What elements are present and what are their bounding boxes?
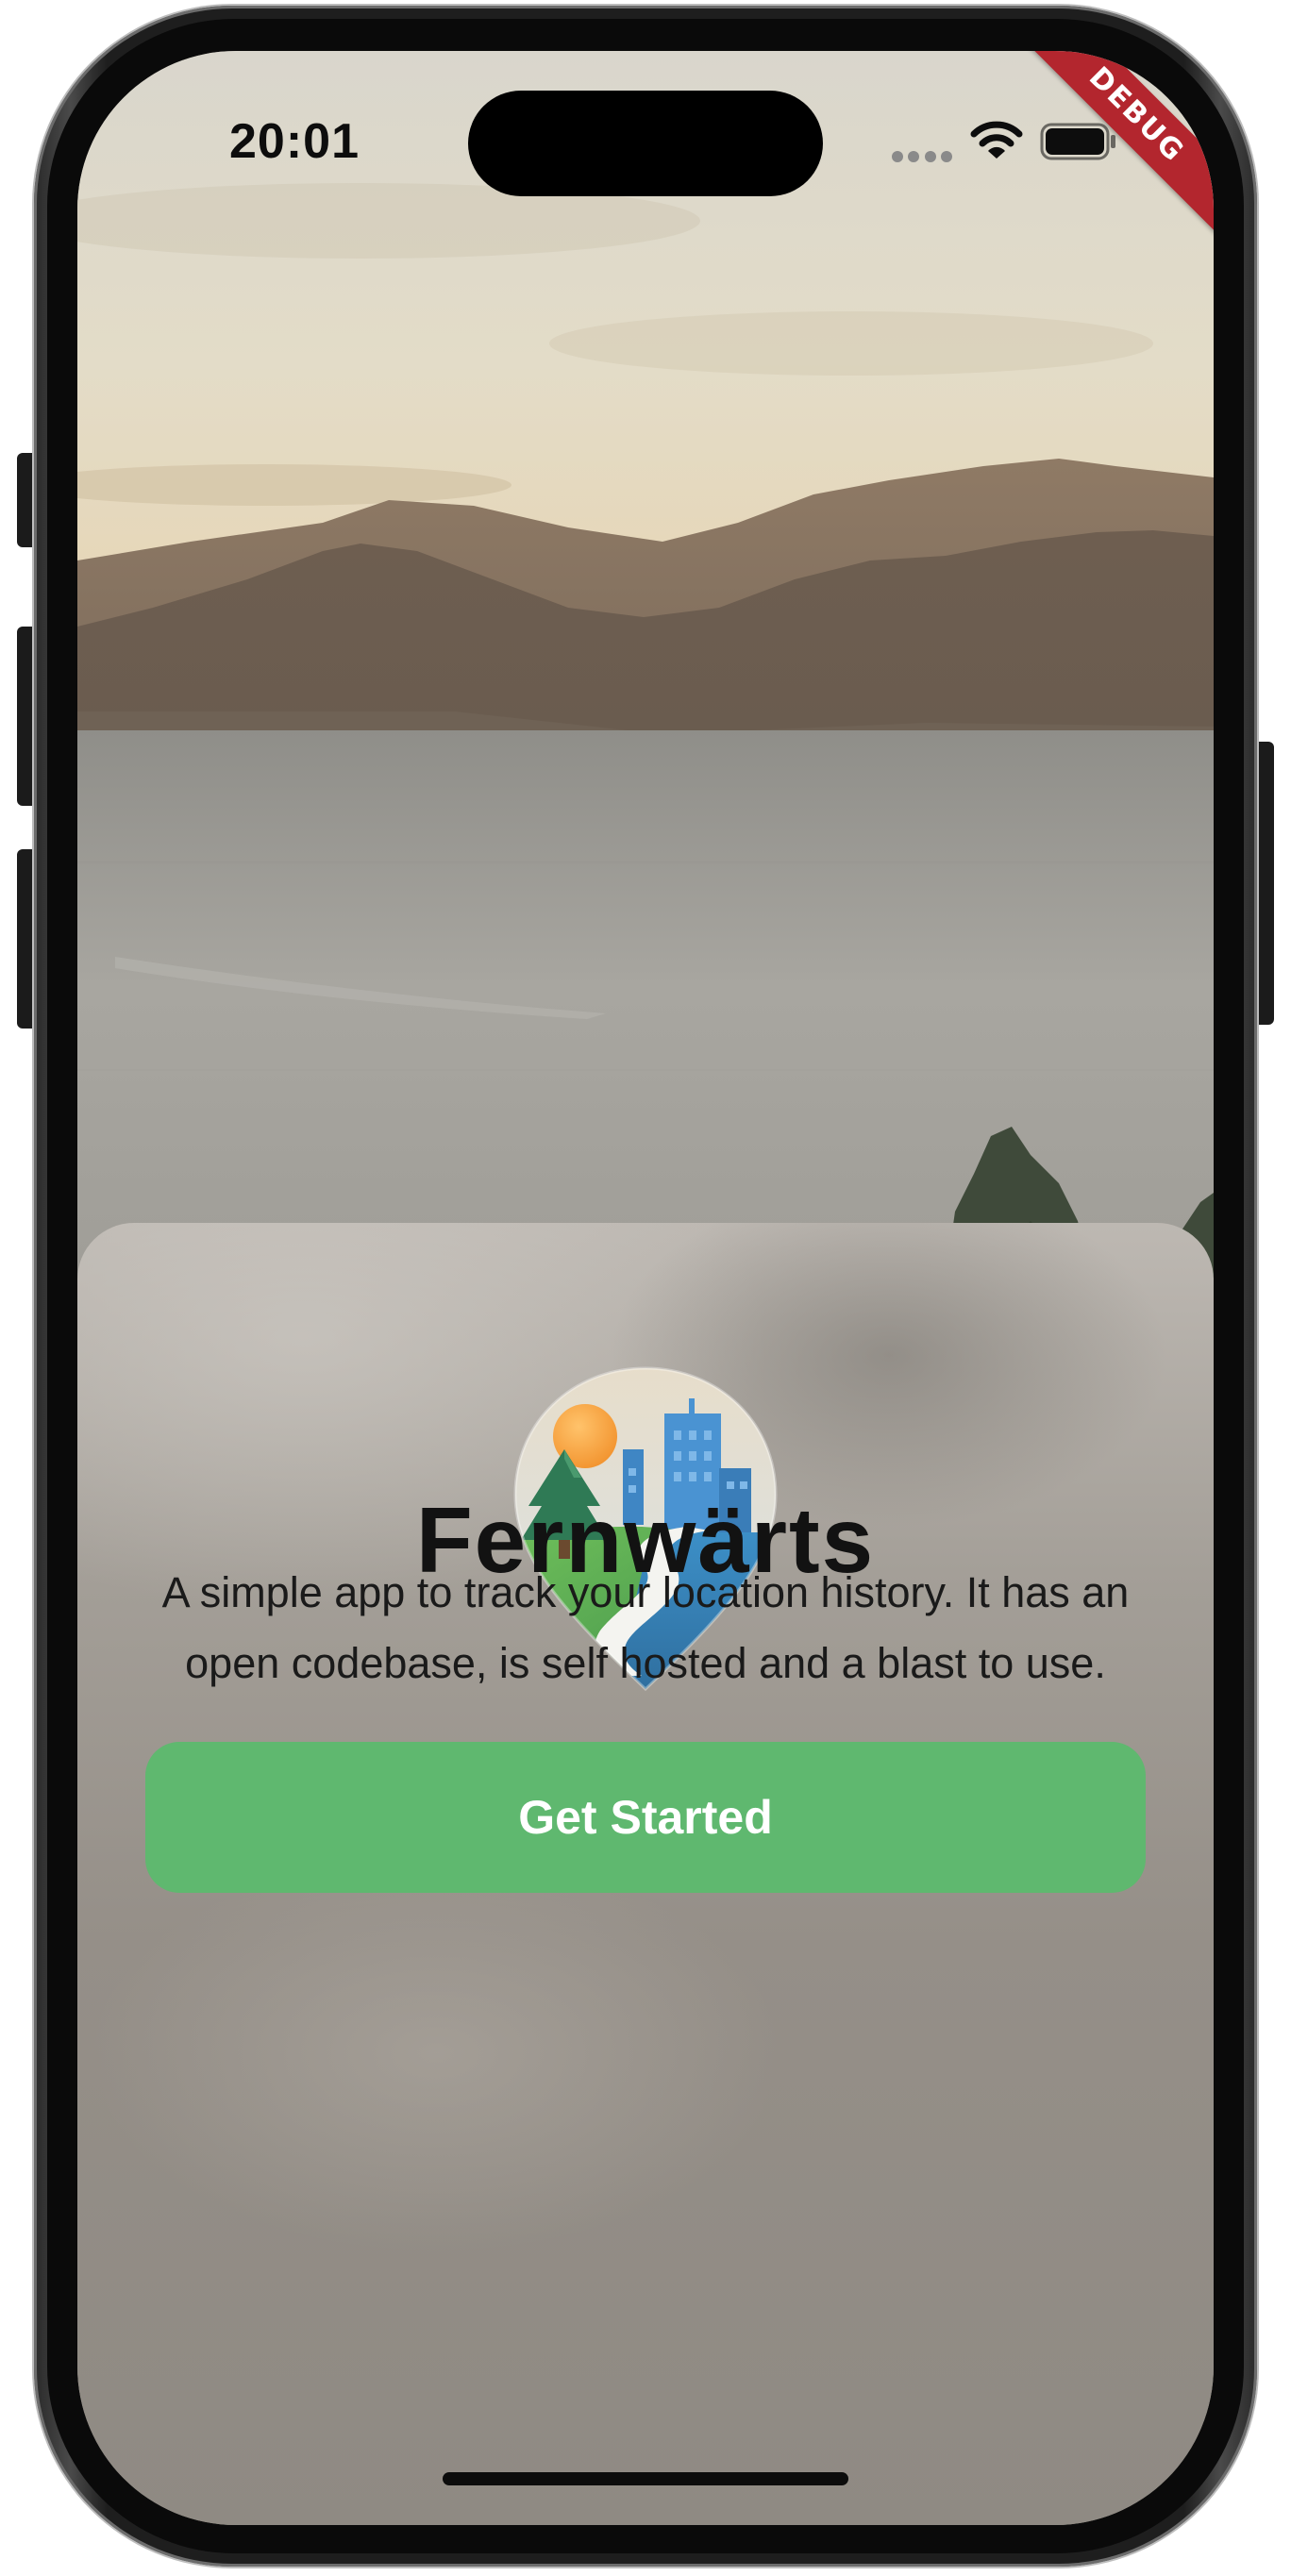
app-description: A simple app to track your location hist…: [161, 1568, 1130, 1687]
get-started-button[interactable]: Get Started: [145, 1742, 1146, 1893]
app-screen: 20:01 DEBUG Fernwärts A simple app to tr…: [77, 51, 1214, 2525]
dynamic-island: [468, 91, 823, 196]
battery-icon: [1040, 123, 1115, 160]
device-mockup: 20:01 DEBUG Fernwärts A simple app to tr…: [0, 0, 1291, 2576]
wifi-icon: [970, 121, 1023, 159]
signal-icon: [892, 151, 952, 162]
background-landscape-image: [77, 51, 1214, 1372]
status-bar-time: 20:01: [229, 114, 360, 169]
home-indicator[interactable]: [443, 2472, 848, 2485]
